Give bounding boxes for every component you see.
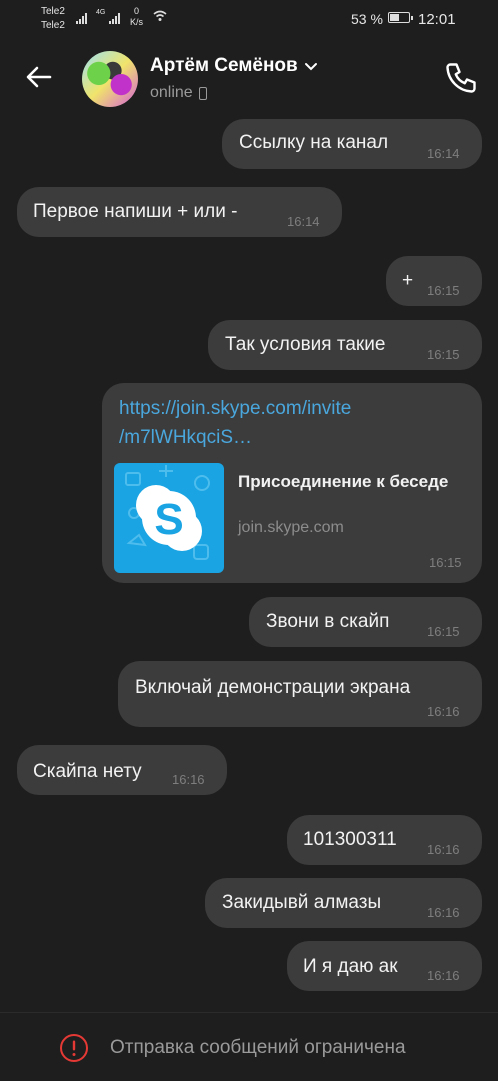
message-time: 16:14 — [427, 146, 460, 161]
message-bubble-outgoing[interactable]: Так условия такие 16:15 — [208, 320, 482, 370]
carrier-labels: Tele2 Tele2 — [41, 5, 65, 33]
message-text: Первое напиши + или - — [33, 201, 238, 222]
message-bubble-outgoing[interactable]: 101300311 16:16 — [287, 815, 482, 865]
message-time: 16:16 — [427, 704, 460, 719]
message-text: Скайпа нету — [33, 761, 142, 782]
message-text: 101300311 — [303, 829, 397, 850]
link-preview-domain: join.skype.com — [238, 519, 344, 536]
battery-fill — [390, 14, 399, 21]
message-time: 16:14 — [287, 214, 320, 229]
messaging-restricted-bar: Отправка сообщений ограничена — [0, 1012, 498, 1081]
message-bubble-outgoing[interactable]: + 16:15 — [386, 256, 482, 306]
message-time: 16:15 — [427, 624, 460, 639]
contact-name-row[interactable]: Артём Семёнов — [150, 55, 318, 77]
contact-status-row: online — [150, 84, 207, 102]
speed-value: 0 — [134, 6, 140, 16]
message-bubble-outgoing[interactable]: И я даю ак 16:16 — [287, 941, 482, 991]
carrier-1: Tele2 — [41, 6, 65, 17]
message-time: 16:15 — [427, 347, 460, 362]
message-text: Так условия такие — [225, 334, 386, 355]
message-text: И я даю ак — [303, 956, 398, 977]
message-time: 16:15 — [429, 555, 462, 570]
battery-icon — [388, 12, 413, 23]
message-time: 16:16 — [427, 968, 460, 983]
message-time: 16:16 — [427, 842, 460, 857]
message-time: 16:16 — [172, 772, 205, 787]
phone-icon[interactable] — [443, 60, 479, 96]
contact-name: Артём Семёнов — [150, 55, 298, 76]
message-bubble-outgoing[interactable]: Включай демонстрации экрана 16:16 — [118, 661, 482, 727]
message-bubble-incoming[interactable]: Первое напиши + или - 16:14 — [17, 187, 342, 237]
message-text: Звони в скайп — [266, 611, 390, 632]
svg-text:S: S — [154, 495, 183, 544]
link-preview-thumbnail[interactable]: S — [114, 463, 224, 573]
invite-link-line-2: /m7lWHkqciS… — [119, 427, 253, 448]
speed-unit: K/s — [130, 17, 144, 27]
back-arrow-icon[interactable] — [22, 60, 56, 94]
chevron-down-icon — [304, 63, 317, 71]
message-text: + — [402, 270, 414, 291]
network-type: 4G — [96, 9, 106, 16]
message-text: Ссылку на канал — [239, 132, 389, 153]
contact-status: online — [150, 84, 193, 101]
status-time: 12:01 — [418, 11, 456, 28]
invite-link[interactable]: https://join.skype.com/invite /m7lWHkqci… — [119, 394, 351, 452]
chat-header: Артём Семёнов online — [0, 38, 498, 120]
wifi-icon — [153, 10, 167, 21]
message-bubble-outgoing[interactable]: Закидывй алмазы 16:16 — [205, 878, 482, 928]
message-text: Закидывй алмазы — [222, 892, 382, 913]
message-bubble-incoming[interactable]: Скайпа нету 16:16 — [17, 745, 227, 795]
skype-logo-icon: S — [125, 465, 210, 560]
message-bubble-outgoing[interactable]: Звони в скайп 16:15 — [249, 597, 482, 647]
battery-percent: 53 % — [351, 11, 383, 27]
link-preview-title: Присоединение к беседе — [238, 472, 449, 491]
invite-link-line-1: https://join.skype.com/invite — [119, 398, 352, 419]
network-speed: 0 K/s — [130, 6, 143, 28]
signal-icon — [76, 12, 87, 24]
signal-icon-2 — [109, 12, 120, 24]
warning-circle-icon — [60, 1034, 88, 1062]
status-bar: Tele2 Tele2 4G 0 K/s 53 % 12:01 — [0, 0, 498, 38]
avatar[interactable] — [82, 51, 138, 107]
link-message-bubble[interactable]: https://join.skype.com/invite /m7lWHkqci… — [102, 383, 482, 583]
message-time: 16:15 — [427, 283, 460, 298]
message-time: 16:16 — [427, 905, 460, 920]
restriction-notice: Отправка сообщений ограничена — [110, 1037, 406, 1058]
message-text: Включай демонстрации экрана — [135, 677, 411, 698]
message-bubble-outgoing[interactable]: Ссылку на канал 16:14 — [222, 119, 482, 169]
carrier-2: Tele2 — [41, 20, 65, 31]
mobile-device-icon — [198, 86, 207, 100]
